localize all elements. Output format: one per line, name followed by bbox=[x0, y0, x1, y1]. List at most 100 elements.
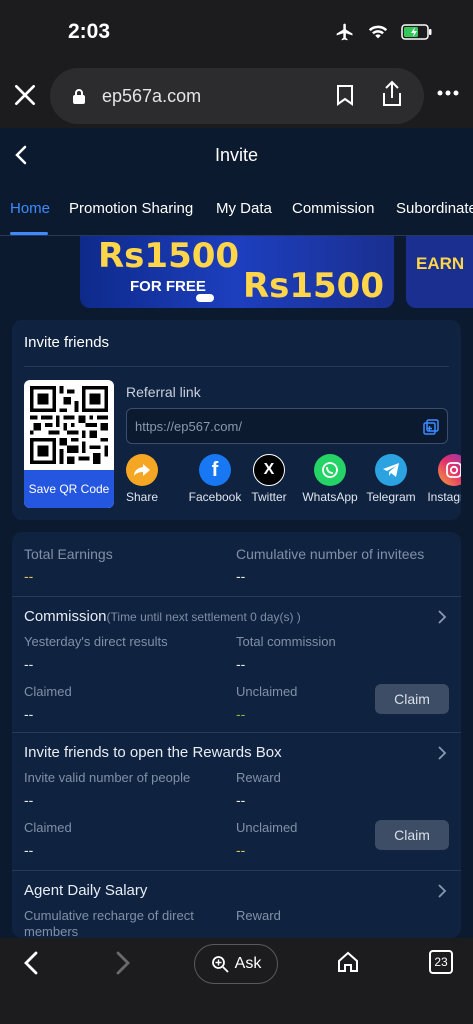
forward-icon[interactable] bbox=[112, 950, 134, 976]
x-twitter-icon: X bbox=[253, 454, 285, 486]
total-earnings-value: -- bbox=[24, 568, 34, 584]
social-label-telegram: Telegram bbox=[366, 490, 416, 504]
whatsapp-icon bbox=[314, 454, 346, 486]
claimed-value: -- bbox=[24, 842, 34, 858]
tab-switcher-button[interactable]: 23 bbox=[429, 950, 453, 974]
social-label-instagram: Instagram bbox=[427, 490, 461, 504]
bookmark-icon[interactable] bbox=[336, 84, 354, 106]
wifi-icon bbox=[368, 25, 388, 39]
share-option-share[interactable]: Share bbox=[124, 454, 160, 504]
qr-code-box: Save QR Code bbox=[24, 380, 114, 508]
tab-indicator bbox=[10, 232, 48, 235]
reward-value: -- bbox=[236, 930, 246, 938]
reward-value: -- bbox=[236, 792, 246, 808]
unclaimed-value: -- bbox=[236, 842, 246, 858]
social-share-row: Share f Facebook X Twitter WhatsApp Tele… bbox=[124, 454, 461, 506]
url-text: ep567a.com bbox=[102, 86, 202, 106]
ask-label: Ask bbox=[234, 955, 262, 972]
address-bar[interactable]: ep567a.com bbox=[50, 68, 424, 124]
more-icon[interactable] bbox=[437, 90, 459, 96]
tab-home[interactable]: Home bbox=[10, 200, 50, 217]
home-icon[interactable] bbox=[336, 950, 360, 974]
rewards-claim-button[interactable]: Claim bbox=[375, 820, 449, 850]
status-time: 2:03 bbox=[68, 20, 111, 43]
claimed-label: Claimed bbox=[24, 684, 72, 699]
sparkle-search-icon bbox=[211, 956, 229, 973]
invite-title: Invite friends bbox=[24, 334, 110, 351]
promo-banner[interactable]: Rs1500 FOR FREE Rs1500 bbox=[80, 236, 394, 308]
ask-button[interactable]: Ask bbox=[194, 944, 278, 984]
social-label-whatsapp: WhatsApp bbox=[302, 490, 358, 504]
chevron-right-icon[interactable] bbox=[437, 884, 447, 898]
divider bbox=[12, 732, 461, 733]
back-icon[interactable] bbox=[20, 950, 42, 976]
total-commission-label: Total commission bbox=[236, 634, 336, 649]
social-label-share: Share bbox=[125, 490, 159, 504]
copy-icon[interactable] bbox=[423, 419, 439, 435]
invitees-label: Cumulative number of invitees bbox=[236, 546, 425, 562]
browser-toolbar: ep567a.com bbox=[0, 62, 473, 128]
invite-friends-card: Invite friends Save QR Code Referral lin… bbox=[12, 320, 461, 520]
unclaimed-value: -- bbox=[236, 706, 246, 722]
promo-banner-next[interactable]: EARN bbox=[406, 236, 473, 308]
close-icon[interactable] bbox=[12, 82, 38, 108]
share-option-telegram[interactable]: Telegram bbox=[364, 454, 418, 504]
agent-salary-title[interactable]: Agent Daily Salary bbox=[24, 882, 147, 899]
banner-free-text: FOR FREE bbox=[130, 278, 206, 295]
divider bbox=[12, 870, 461, 871]
share-option-twitter[interactable]: X Twitter bbox=[248, 454, 290, 504]
banner-amount: Rs1500 bbox=[98, 236, 240, 276]
tab-promotion-sharing[interactable]: Promotion Sharing bbox=[69, 200, 193, 217]
tab-bar: Home Promotion Sharing My Data Commissio… bbox=[0, 192, 473, 236]
airplane-icon bbox=[336, 23, 353, 41]
carousel-indicator bbox=[196, 294, 214, 302]
banner-side-text: EARN bbox=[416, 254, 465, 273]
total-commission-value: -- bbox=[236, 656, 246, 672]
yesterday-results-value: -- bbox=[24, 656, 34, 672]
instagram-icon bbox=[438, 454, 461, 486]
tab-commission[interactable]: Commission bbox=[292, 200, 375, 217]
commission-section-title[interactable]: Commission(Time until next settlement 0 … bbox=[24, 608, 301, 625]
commission-title: Commission bbox=[24, 608, 107, 625]
claimed-label: Claimed bbox=[24, 820, 72, 835]
reward-label: Reward bbox=[236, 908, 281, 923]
page-title: Invite bbox=[214, 145, 259, 165]
commission-claim-button[interactable]: Claim bbox=[375, 684, 449, 714]
telegram-icon bbox=[375, 454, 407, 486]
unclaimed-label: Unclaimed bbox=[236, 820, 298, 835]
share-icon[interactable] bbox=[380, 80, 404, 108]
status-bar: 2:03 bbox=[0, 0, 473, 62]
tab-subordinate[interactable]: Subordinate bbox=[396, 200, 473, 217]
status-icons bbox=[335, 22, 433, 42]
battery-icon bbox=[401, 24, 432, 40]
chevron-right-icon[interactable] bbox=[437, 610, 447, 624]
lock-icon bbox=[73, 89, 85, 104]
social-label-twitter: Twitter bbox=[251, 490, 287, 504]
divider bbox=[12, 596, 461, 597]
yesterday-results-label: Yesterday's direct results bbox=[24, 634, 168, 649]
social-label-facebook: Facebook bbox=[188, 490, 242, 504]
claimed-value: -- bbox=[24, 706, 34, 722]
reward-label: Reward bbox=[236, 770, 281, 785]
divider bbox=[24, 366, 449, 367]
valid-people-value: -- bbox=[24, 792, 34, 808]
app-header: Invite bbox=[0, 128, 473, 184]
share-option-whatsapp[interactable]: WhatsApp bbox=[300, 454, 360, 504]
browser-bottom-bar: Ask 23 bbox=[0, 938, 473, 1024]
save-qr-code-button[interactable]: Save QR Code bbox=[24, 470, 114, 508]
chevron-right-icon[interactable] bbox=[437, 746, 447, 760]
app-content: Invite Home Promotion Sharing My Data Co… bbox=[0, 128, 473, 938]
share-arrow-icon bbox=[126, 454, 158, 486]
valid-people-label: Invite valid number of people bbox=[24, 770, 191, 785]
share-option-instagram[interactable]: Instagram bbox=[422, 454, 461, 504]
total-earnings-label: Total Earnings bbox=[24, 546, 113, 562]
banner-amount-large: Rs1500 bbox=[242, 266, 384, 306]
referral-link-field[interactable]: https://ep567.com/ bbox=[126, 408, 448, 444]
invitees-value: -- bbox=[236, 568, 246, 584]
facebook-icon: f bbox=[199, 454, 231, 486]
tab-my-data[interactable]: My Data bbox=[216, 200, 272, 217]
rewards-box-title[interactable]: Invite friends to open the Rewards Box bbox=[24, 744, 282, 761]
share-option-facebook[interactable]: f Facebook bbox=[186, 454, 244, 504]
referral-url: https://ep567.com/ bbox=[135, 419, 242, 434]
unclaimed-label: Unclaimed bbox=[236, 684, 298, 699]
